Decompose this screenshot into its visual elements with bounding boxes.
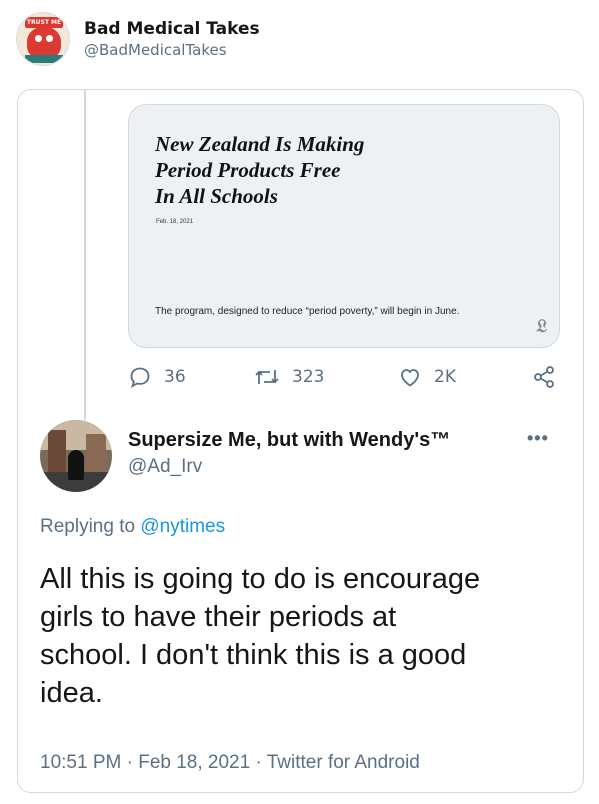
replying-to-mention[interactable]: @nytimes	[140, 516, 225, 537]
share-icon	[534, 366, 554, 388]
user-handle[interactable]: @BadMedicalTakes	[84, 40, 260, 60]
avatar-tag	[25, 55, 63, 63]
article-title-line: In All Schools	[155, 184, 278, 208]
share-button[interactable]	[532, 362, 568, 392]
avatar-eye	[35, 35, 42, 42]
article-title: New Zealand Is Making Period Products Fr…	[155, 131, 455, 209]
reply-icon	[130, 367, 150, 388]
reply-count: 36	[164, 367, 186, 387]
thread-line	[84, 90, 86, 420]
tweet-text-line: school. I don't think this is a good	[40, 639, 467, 671]
reply-user-handle[interactable]: @Ad_Irv	[128, 455, 450, 479]
replying-to: Replying to @nytimes	[40, 516, 225, 538]
like-count: 2K	[434, 367, 456, 387]
article-preview-card[interactable]: New Zealand Is Making Period Products Fr…	[128, 104, 560, 348]
tweet-timestamp[interactable]: 10:51 PM · Feb 18, 2021 · Twitter for An…	[40, 752, 420, 774]
avatar[interactable]: TRUST ME	[16, 12, 70, 66]
retweet-count: 323	[292, 367, 325, 387]
article-title-line: New Zealand Is Making	[155, 132, 365, 156]
article-description: The program, designed to reduce “period …	[155, 306, 460, 317]
tweet-text: All this is going to do is encourage gir…	[40, 560, 570, 712]
avatar-person	[68, 450, 84, 480]
replying-to-label: Replying to	[40, 516, 136, 537]
reply-display-name[interactable]: Supersize Me, but with Wendy's™	[128, 427, 450, 453]
like-icon	[401, 369, 419, 387]
avatar-eye	[46, 35, 53, 42]
retweet-icon	[255, 370, 279, 384]
reply-user-info: Supersize Me, but with Wendy's™ @Ad_Irv	[128, 427, 450, 479]
tweet-text-line: All this is going to do is encourage	[40, 563, 481, 595]
reply-avatar[interactable]	[40, 420, 112, 492]
tweet-action-bar: 36 323 2K	[128, 362, 568, 392]
outer-user-info: Bad Medical Takes @BadMedicalTakes	[84, 18, 260, 60]
tweet-text-line: girls to have their periods at	[40, 601, 397, 633]
reply-button[interactable]: 36	[128, 362, 186, 392]
like-button[interactable]: 2K	[398, 362, 456, 392]
display-name[interactable]: Bad Medical Takes	[84, 18, 260, 40]
article-title-line: Period Products Free	[155, 158, 341, 182]
outer-tweet-header: TRUST ME Bad Medical Takes @BadMedicalTa…	[16, 12, 260, 66]
retweet-button[interactable]: 323	[254, 362, 324, 392]
more-options-icon[interactable]: •••	[527, 428, 549, 449]
tweet-text-line: idea.	[40, 677, 103, 709]
nyt-logo-icon: 𝔏	[536, 316, 547, 336]
article-date: Feb. 18, 2021	[156, 219, 194, 225]
